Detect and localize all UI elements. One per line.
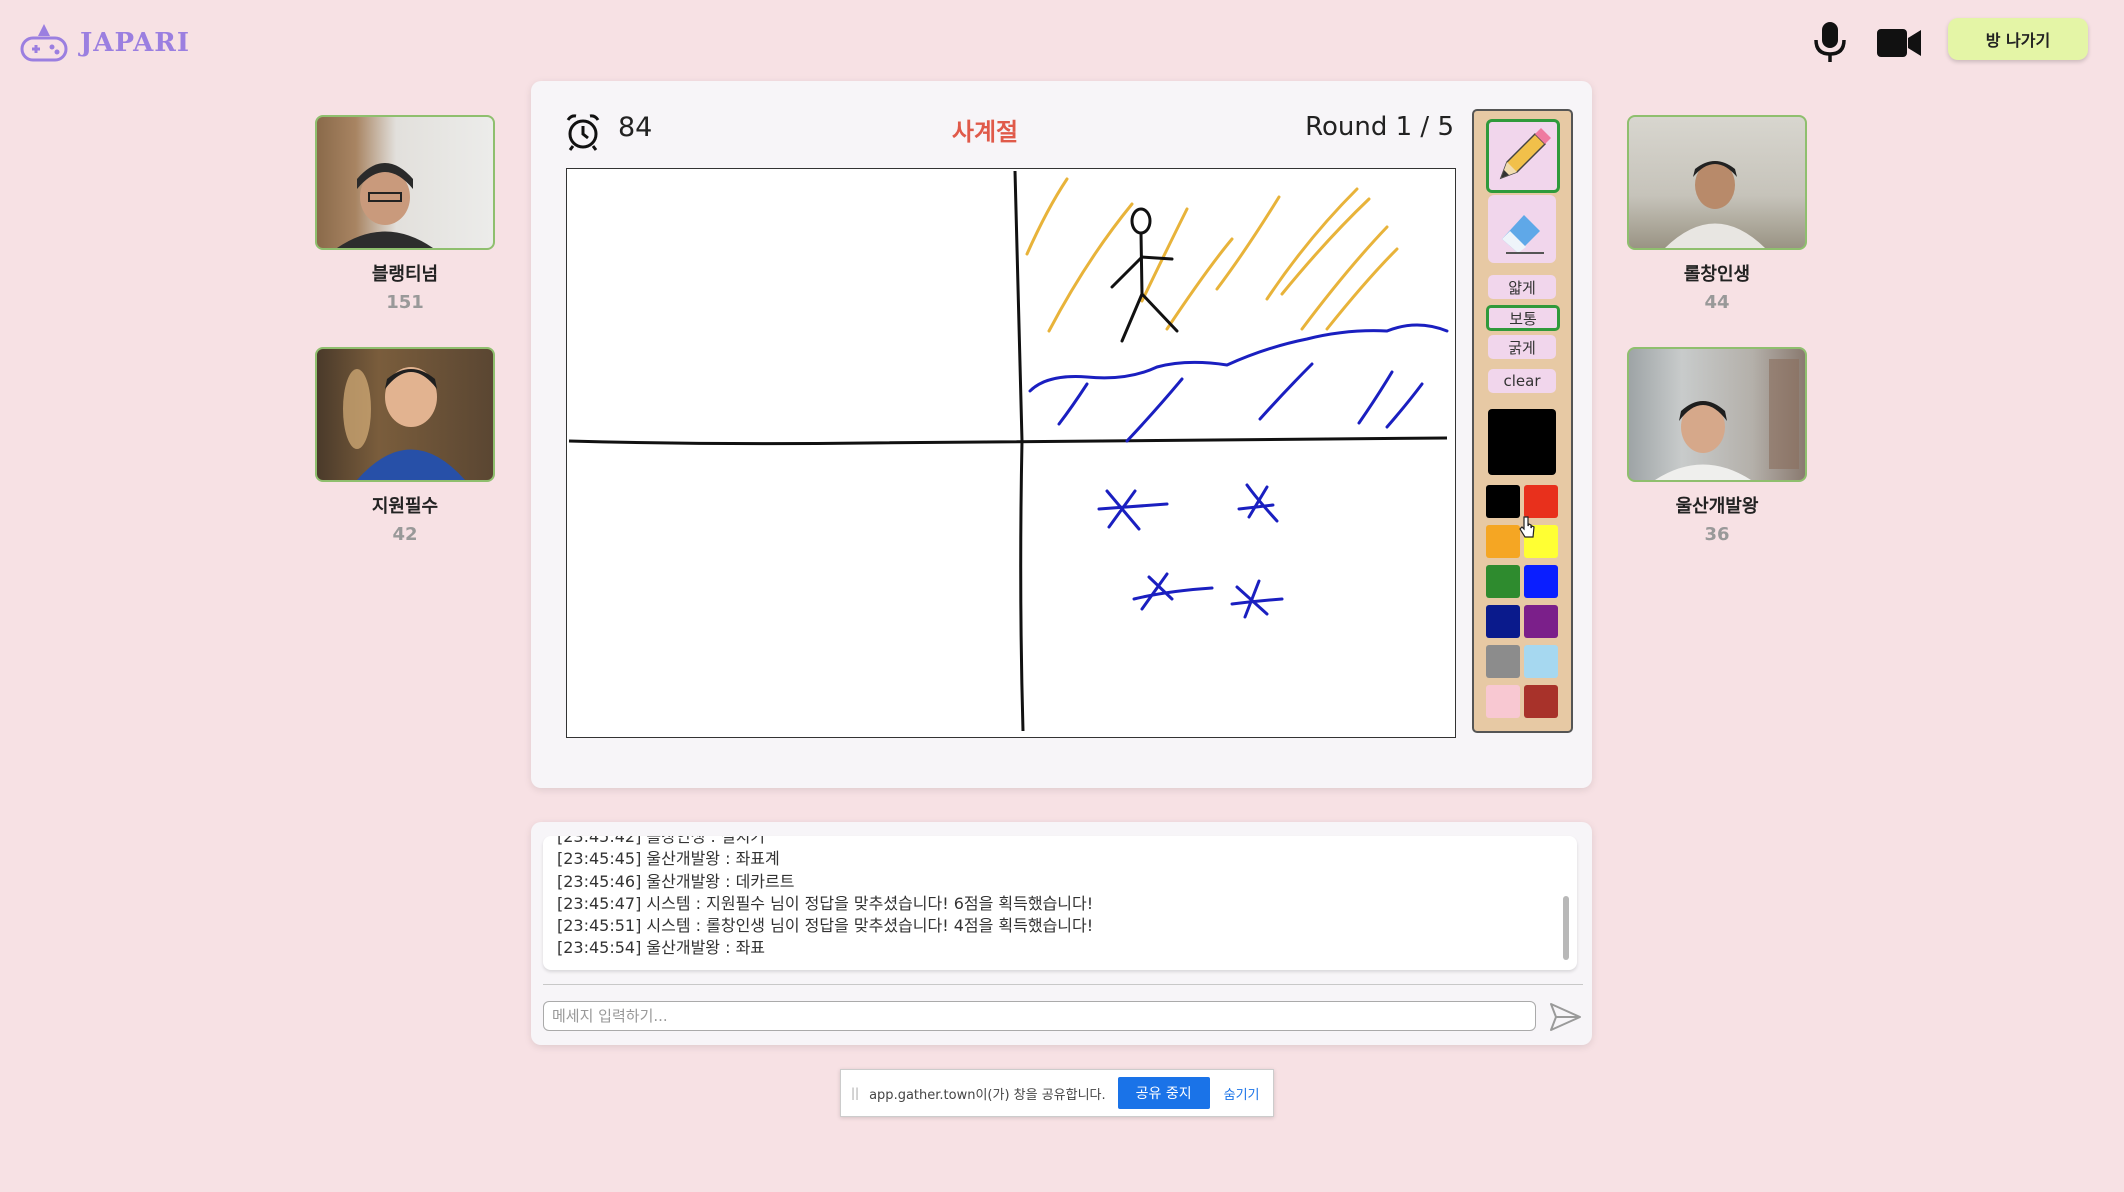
gamepad-icon	[20, 24, 68, 62]
microphone-icon[interactable]	[1810, 20, 1850, 64]
size-medium-button[interactable]: 보통	[1486, 305, 1560, 331]
player-card: 블랭티넘 151	[315, 115, 495, 313]
size-thin-button[interactable]: 얇게	[1488, 275, 1556, 299]
player-video	[1627, 115, 1807, 250]
logo-text: JAPARI	[80, 28, 191, 58]
color-swatch[interactable]	[1486, 525, 1520, 558]
target-word: 사계절	[951, 118, 1019, 146]
hide-button[interactable]: 숨기기	[1224, 1084, 1260, 1103]
drawing-canvas[interactable]	[566, 168, 1456, 738]
color-swatch[interactable]	[1524, 645, 1558, 678]
chat-message: [23:45:45] 울산개발왕 : 좌표계	[557, 849, 780, 869]
color-swatch[interactable]	[1486, 605, 1520, 638]
drawing-toolbar: 얇게 보통 굵게 clear	[1472, 109, 1573, 733]
drag-handle-icon[interactable]: ||	[851, 1086, 859, 1100]
send-icon[interactable]	[1548, 1000, 1582, 1034]
round-indicator: Round 1 / 5	[1305, 112, 1454, 142]
chat-message: [23:45:51] 시스템 : 롤창인생 님이 정답을 맞추셨습니다! 4점을…	[557, 916, 1094, 936]
chat-divider	[543, 984, 1583, 985]
player-card: 지원필수 42	[315, 347, 495, 545]
player-score: 36	[1704, 524, 1730, 545]
eraser-icon	[1502, 215, 1544, 254]
size-thick-button[interactable]: 굵게	[1488, 335, 1556, 359]
cursor-hand-icon	[1519, 516, 1535, 538]
player-score: 42	[392, 524, 418, 545]
player-card: 롤창인생 44	[1627, 115, 1807, 313]
stop-sharing-button[interactable]: 공유 중지	[1117, 1077, 1210, 1109]
color-swatch[interactable]	[1486, 645, 1520, 678]
logo[interactable]: JAPARI	[20, 22, 190, 64]
chat-message: [23:45:42] 롤창인생 : 설치기	[557, 836, 766, 846]
player-video	[315, 347, 495, 482]
color-swatch[interactable]	[1524, 685, 1558, 718]
leave-room-button[interactable]: 방 나가기	[1948, 18, 2088, 60]
color-swatch[interactable]	[1486, 565, 1520, 598]
chat-message: [23:45:54] 울산개발왕 : 좌표	[557, 938, 766, 958]
canvas-drawing	[568, 170, 1449, 732]
player-score: 44	[1704, 292, 1730, 313]
color-swatch[interactable]	[1486, 485, 1520, 518]
chat-messages: [23:45:42] 롤창인생 : 설치기 [23:45:45] 울산개발왕 :…	[557, 836, 1093, 960]
person-silhouette-icon	[1655, 359, 1799, 480]
current-color-preview	[1488, 409, 1556, 475]
color-swatch[interactable]	[1524, 605, 1558, 638]
player-name: 롤창인생	[1683, 264, 1751, 285]
screen-share-bar: || app.gather.town이(가) 창을 공유합니다. 공유 중지 숨…	[840, 1069, 1274, 1117]
share-message: app.gather.town이(가) 창을 공유합니다.	[869, 1087, 1106, 1103]
pencil-icon	[1499, 128, 1551, 180]
timer-value: 84	[618, 112, 653, 143]
player-name: 울산개발왕	[1675, 496, 1759, 517]
person-silhouette-icon	[337, 163, 433, 248]
person-silhouette-icon	[343, 367, 465, 480]
player-card: 울산개발왕 36	[1627, 347, 1807, 545]
alarm-clock-icon	[566, 114, 600, 151]
color-swatch[interactable]	[1486, 685, 1520, 718]
video-camera-icon[interactable]	[1876, 26, 1922, 60]
player-video	[315, 115, 495, 250]
chat-log[interactable]: [23:45:42] 롤창인생 : 설치기 [23:45:45] 울산개발왕 :…	[543, 836, 1577, 970]
chat-input[interactable]	[543, 1001, 1536, 1031]
eraser-tool-button[interactable]	[1488, 195, 1556, 263]
person-silhouette-icon	[1665, 161, 1765, 248]
player-video	[1627, 347, 1807, 482]
pencil-tool-button[interactable]	[1486, 119, 1560, 193]
chat-scrollbar[interactable]	[1563, 896, 1569, 960]
chat-message: [23:45:47] 시스템 : 지원필수 님이 정답을 맞추셨습니다! 6점을…	[557, 893, 1094, 913]
clear-button[interactable]: clear	[1488, 369, 1556, 393]
color-swatch[interactable]	[1524, 485, 1558, 518]
player-name: 블랭티넘	[371, 264, 439, 285]
chat-message: [23:45:46] 울산개발왕 : 데카르트	[557, 871, 795, 891]
player-name: 지원필수	[371, 496, 439, 517]
color-swatch[interactable]	[1524, 565, 1558, 598]
player-score: 151	[386, 292, 424, 313]
